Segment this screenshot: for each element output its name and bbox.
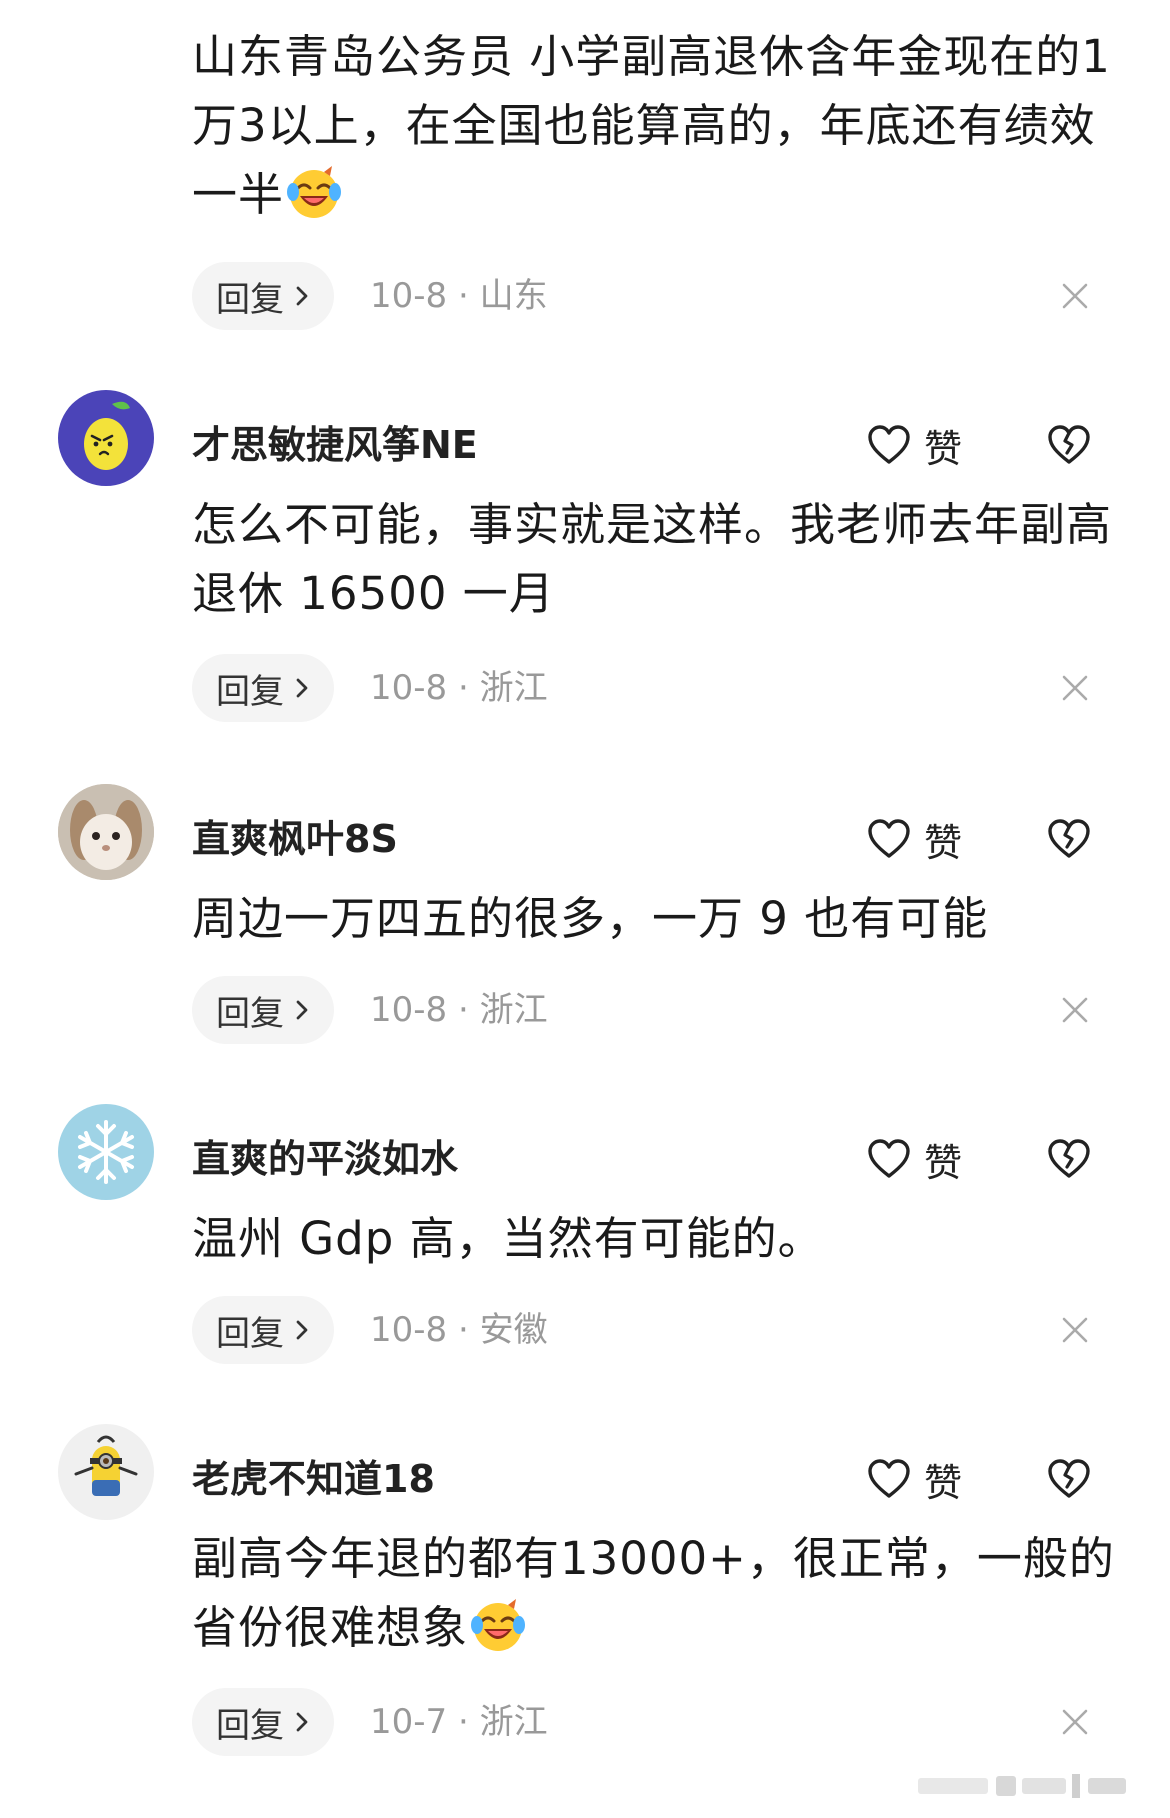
watermark-icon	[918, 1774, 1126, 1798]
heart-icon	[866, 1136, 912, 1182]
comment-location: 浙江	[479, 668, 548, 708]
close-icon[interactable]	[1060, 673, 1090, 703]
comment-text: 山东青岛公务员 小学副高退休含年金现在的1万3以上，在全国也能算高的，年底还有绩…	[192, 30, 1111, 222]
username[interactable]: 直爽的平淡如水	[192, 1136, 458, 1182]
reply-button[interactable]: 回复	[192, 1688, 334, 1756]
comment-text: 温州 Gdp 高，当然有可能的。	[192, 1212, 824, 1265]
comment-text: 周边一万四五的很多，一万 9 也有可能	[192, 892, 989, 945]
reply-button[interactable]: 回复	[192, 262, 334, 330]
chevron-right-icon	[294, 675, 310, 701]
chevron-right-icon	[294, 1709, 310, 1735]
meta-separator: ·	[447, 1702, 480, 1742]
close-icon[interactable]	[1060, 1707, 1090, 1737]
avatar[interactable]	[58, 390, 154, 486]
comment-location: 浙江	[479, 990, 548, 1030]
broken-heart-icon[interactable]	[1046, 1136, 1092, 1182]
lemon-avatar-icon	[84, 401, 130, 470]
close-icon[interactable]	[1060, 1315, 1090, 1345]
reply-button[interactable]: 回复	[192, 1296, 334, 1364]
minion-avatar-icon	[74, 1435, 138, 1496]
reply-label: 回复	[216, 1705, 284, 1746]
close-icon[interactable]	[1060, 281, 1090, 311]
rabbit-avatar-icon	[58, 784, 154, 880]
reply-button[interactable]: 回复	[192, 654, 334, 722]
chevron-right-icon	[294, 1317, 310, 1343]
like-button[interactable]: 赞	[866, 816, 962, 865]
heart-icon	[866, 422, 912, 468]
username[interactable]: 才思敏捷风筝NE	[192, 422, 478, 468]
heart-icon	[866, 816, 912, 862]
reply-label: 回复	[216, 1313, 284, 1354]
like-button[interactable]: 赞	[866, 1136, 962, 1185]
broken-heart-icon[interactable]	[1046, 816, 1092, 862]
comment-date: 10-7	[370, 1702, 448, 1742]
comment-date: 10-8	[370, 1310, 448, 1350]
avatar[interactable]	[58, 1424, 154, 1520]
chevron-right-icon	[294, 997, 310, 1023]
close-icon[interactable]	[1060, 995, 1090, 1025]
reply-label: 回复	[216, 993, 284, 1034]
broken-heart-icon[interactable]	[1046, 1456, 1092, 1502]
comment-meta: 10-8 · 安徽	[370, 1296, 548, 1364]
meta-separator: ·	[447, 276, 480, 316]
laughing-crying-emoji-icon	[468, 1595, 528, 1655]
reply-label: 回复	[216, 671, 284, 712]
comment-location: 安徽	[479, 1310, 548, 1350]
snowflake-avatar-icon	[78, 1120, 134, 1184]
username[interactable]: 老虎不知道18	[192, 1456, 435, 1502]
username[interactable]: 直爽枫叶8S	[192, 816, 398, 862]
meta-separator: ·	[447, 668, 480, 708]
meta-separator: ·	[447, 990, 480, 1030]
comment-location: 浙江	[479, 1702, 548, 1742]
comment-location: 山东	[479, 276, 548, 316]
like-button[interactable]: 赞	[866, 1456, 962, 1505]
comment-meta: 10-8 · 浙江	[370, 976, 548, 1044]
comment-date: 10-8	[370, 276, 448, 316]
like-label: 赞	[924, 1140, 963, 1185]
like-label: 赞	[924, 426, 963, 471]
comment-meta: 10-8 · 浙江	[370, 654, 548, 722]
heart-icon	[866, 1456, 912, 1502]
like-button[interactable]: 赞	[866, 422, 962, 471]
comment-date: 10-8	[370, 990, 448, 1030]
meta-separator: ·	[447, 1310, 480, 1350]
like-label: 赞	[924, 820, 963, 865]
like-label: 赞	[924, 1460, 963, 1505]
laughing-crying-emoji-icon	[284, 162, 344, 222]
comment-meta: 10-7 · 浙江	[370, 1688, 548, 1756]
reply-button[interactable]: 回复	[192, 976, 334, 1044]
avatar[interactable]	[58, 784, 154, 880]
broken-heart-icon[interactable]	[1046, 422, 1092, 468]
chevron-right-icon	[294, 283, 310, 309]
reply-label: 回复	[216, 279, 284, 320]
comment-meta: 10-8 · 山东	[370, 262, 548, 330]
comment-date: 10-8	[370, 668, 448, 708]
avatar[interactable]	[58, 1104, 154, 1200]
comment-text: 怎么不可能，事实就是这样。我老师去年副高退休 16500 一月	[192, 498, 1113, 620]
comment-text: 副高今年退的都有13000+，很正常，一般的省份很难想象	[192, 1532, 1115, 1655]
